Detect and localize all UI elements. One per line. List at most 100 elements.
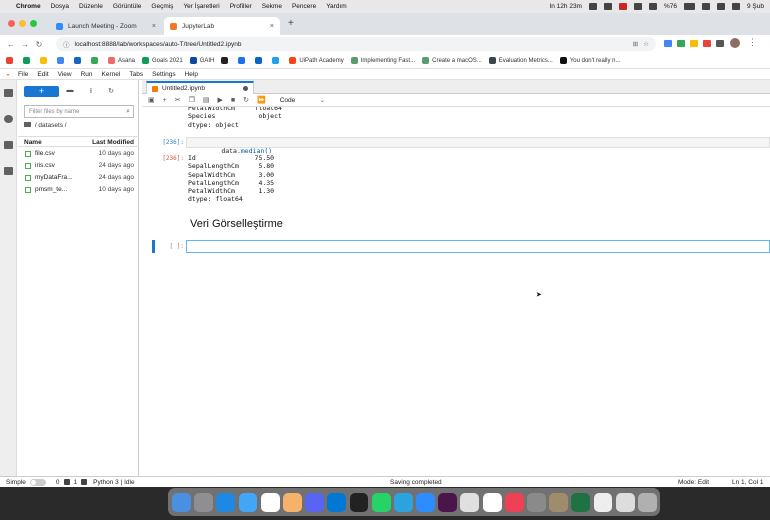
unsaved-dot-icon[interactable]	[243, 86, 248, 91]
avatar[interactable]	[730, 38, 740, 48]
breadcrumb[interactable]: / datasets /	[24, 122, 67, 129]
dock-safari-icon[interactable]	[216, 492, 236, 512]
bookmark-item[interactable]: Implementing Fast...	[350, 57, 415, 64]
dock-preview-icon[interactable]	[549, 492, 569, 512]
menu-profiller[interactable]: Profiller	[230, 3, 252, 10]
dock-system-prefs-icon[interactable]	[527, 492, 546, 512]
time-remaining[interactable]: In 12h 23m	[549, 3, 582, 10]
menu-edit[interactable]: Edit	[37, 71, 48, 78]
menu-view[interactable]: View	[58, 71, 72, 78]
run-all-icon[interactable]: ⏩	[257, 96, 266, 104]
extension-icon[interactable]	[664, 40, 672, 47]
add-cell-icon[interactable]: +	[163, 97, 167, 104]
save-icon[interactable]: ▣	[148, 96, 155, 104]
record-icon[interactable]	[603, 3, 612, 10]
commands-icon[interactable]	[4, 141, 13, 149]
bookmark-item[interactable]	[221, 57, 231, 64]
control-center-icon[interactable]	[717, 3, 725, 10]
extensions-puzzle-icon[interactable]	[716, 40, 724, 47]
dock-discord-icon[interactable]	[305, 492, 325, 512]
cursor-position[interactable]: Ln 1, Col 1	[732, 479, 763, 486]
tab-untitled2[interactable]: Untitled2.ipynb	[146, 81, 254, 94]
bookmark-item[interactable]	[238, 57, 248, 64]
dock-chrome-icon[interactable]	[460, 492, 480, 512]
bookmark-item[interactable]: Evaluation Metrics...	[488, 57, 553, 64]
bookmark-item[interactable]: Goals 2021	[142, 57, 183, 64]
column-last-modified[interactable]: Last Modified	[92, 139, 134, 146]
list-item[interactable]: iris.csv 24 days ago	[18, 160, 139, 172]
menu-settings[interactable]: Settings	[152, 71, 176, 78]
forward-icon[interactable]: →	[18, 40, 32, 49]
bookmark-item[interactable]: You don't really n...	[559, 57, 620, 64]
dock-notion-icon[interactable]	[482, 492, 502, 512]
bookmark-item[interactable]	[6, 57, 16, 64]
close-tab-icon[interactable]: ×	[152, 23, 156, 30]
new-launcher-button[interactable]: +	[24, 86, 59, 97]
simple-mode-toggle[interactable]	[29, 478, 46, 486]
new-folder-icon[interactable]: ▬	[66, 87, 74, 95]
running-icon[interactable]	[4, 115, 13, 123]
code-cell-input[interactable]: data.median()	[186, 137, 770, 155]
dock-mail-icon[interactable]	[238, 492, 258, 512]
bookmark-item[interactable]	[23, 57, 33, 64]
dock-terminal-icon[interactable]	[349, 492, 369, 512]
refresh-icon[interactable]: ↻	[107, 87, 115, 95]
bookmark-item[interactable]	[255, 57, 265, 64]
audio-icon[interactable]	[633, 3, 642, 10]
menu-yardim[interactable]: Yardım	[326, 3, 346, 10]
extension-icon[interactable]	[677, 40, 685, 47]
reload-icon[interactable]: ↻	[32, 40, 46, 49]
dock-finder-icon[interactable]	[172, 492, 191, 512]
terminal-count[interactable]: 0	[56, 479, 60, 486]
close-window-icon[interactable]	[8, 20, 15, 27]
dock-calendar-icon[interactable]	[260, 492, 280, 512]
dock-telegram-icon[interactable]	[393, 492, 413, 512]
folder-icon[interactable]	[4, 89, 13, 97]
restart-icon[interactable]: ↻	[243, 96, 249, 104]
bookmark-item[interactable]: Asana	[108, 57, 135, 64]
menu-yer-isaretleri[interactable]: Yer İşaretleri	[183, 3, 219, 10]
dock-excel-icon[interactable]	[571, 492, 591, 512]
wifi-icon[interactable]	[702, 3, 710, 10]
stop-icon[interactable]: ■	[231, 97, 235, 104]
bookmark-item[interactable]	[272, 57, 282, 64]
tab-jupyterlab[interactable]: JupyterLab ×	[164, 17, 280, 35]
more-menu-icon[interactable]: ⋮	[748, 37, 757, 48]
new-tab-button[interactable]: +	[288, 18, 294, 29]
address-bar[interactable]: ⓘ localhost:8888/lab/workspaces/auto-T/t…	[56, 37, 656, 51]
bookmark-item[interactable]	[74, 57, 84, 64]
menu-goruntule[interactable]: Görüntüle	[113, 3, 142, 10]
minimize-window-icon[interactable]	[19, 20, 26, 27]
menu-kernel[interactable]: Kernel	[102, 71, 121, 78]
cut-icon[interactable]: ✂	[175, 96, 181, 104]
menu-gecmis[interactable]: Geçmiş	[151, 3, 173, 10]
list-item[interactable]: pmsm_te... 10 days ago	[18, 184, 139, 196]
cell-type-select[interactable]: Code	[280, 97, 320, 104]
menu-dosya[interactable]: Dosya	[51, 3, 69, 10]
menu-help[interactable]: Help	[185, 71, 198, 78]
upload-icon[interactable]: ⭱	[87, 87, 95, 95]
dock-trash-icon[interactable]	[637, 492, 657, 512]
list-item[interactable]: file.csv 10 days ago	[18, 148, 139, 160]
menu-tabs[interactable]: Tabs	[129, 71, 143, 78]
flag-icon[interactable]	[618, 3, 627, 10]
paste-icon[interactable]: ▤	[203, 96, 210, 104]
menu-duzenle[interactable]: Düzenle	[79, 3, 103, 10]
close-tab-icon[interactable]: ×	[270, 23, 274, 30]
bookmark-item[interactable]	[40, 57, 50, 64]
menu-file[interactable]: File	[18, 71, 28, 78]
cloud-icon[interactable]	[588, 3, 597, 10]
dock-vscode-icon[interactable]	[327, 492, 347, 512]
translate-icon[interactable]: ⊞	[633, 40, 638, 48]
copy-icon[interactable]: ❐	[189, 96, 195, 104]
kernel-status[interactable]: Python 3 | Idle	[93, 479, 134, 486]
extension-icon[interactable]	[703, 40, 711, 47]
dock-pocket-icon[interactable]	[504, 492, 524, 512]
bookmark-item[interactable]: GAIH	[189, 57, 214, 64]
bookmark-item[interactable]: Create a macOS...	[422, 57, 482, 64]
app-menu[interactable]: Chrome	[16, 3, 41, 10]
menu-pencere[interactable]: Pencere	[292, 3, 316, 10]
bookmark-item[interactable]	[91, 57, 101, 64]
dock-chrome-2-icon[interactable]	[615, 492, 635, 512]
list-item[interactable]: myDataFra... 24 days ago	[18, 172, 139, 184]
